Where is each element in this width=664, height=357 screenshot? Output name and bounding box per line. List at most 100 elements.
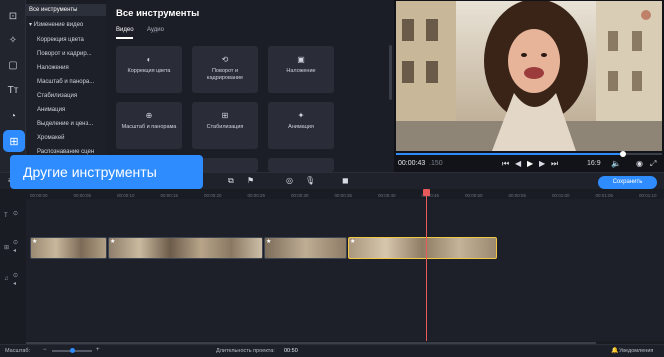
ruler-tick-label: 00:00:00: [30, 193, 48, 198]
more-tools-icon[interactable]: ⊞: [3, 130, 25, 152]
notifications-link[interactable]: Уведомления: [619, 348, 653, 354]
clip-star-icon: ★: [110, 239, 116, 245]
category-item[interactable]: Наложения: [26, 62, 106, 74]
tab-audio[interactable]: Аудио: [147, 27, 164, 33]
save-button[interactable]: Сохранить: [598, 176, 657, 189]
seek-progress: [396, 153, 625, 155]
category-label: Масштаб и панора...: [37, 79, 95, 85]
current-time-ms: .150: [429, 160, 443, 167]
tool-label: Анимация: [288, 124, 314, 130]
ruler-tick-label: 00:00:40: [378, 193, 396, 198]
prev-frame-icon[interactable]: ◀: [515, 159, 521, 168]
filters-icon[interactable]: ▢: [4, 56, 22, 74]
aspect-select[interactable]: 16:9: [587, 160, 601, 167]
category-item[interactable]: Выделение и ценз...: [26, 118, 106, 130]
category-label: Поворот и кадрир...: [37, 51, 92, 57]
record-icon[interactable]: ◼: [342, 176, 349, 185]
track-lock-icon[interactable]: ⊙: [13, 210, 18, 217]
video-clip[interactable]: [264, 237, 347, 259]
video-clip[interactable]: [30, 237, 107, 259]
track-mute-icon[interactable]: ◂: [13, 280, 16, 287]
tool-card[interactable]: [268, 158, 334, 172]
zoom-in-icon[interactable]: +: [96, 347, 100, 353]
video-preview: [396, 1, 662, 151]
playhead-handle[interactable]: [423, 189, 430, 196]
overlay-icon: ▣: [297, 55, 305, 64]
tool-card-overlay[interactable]: ▣ Наложение: [268, 46, 334, 93]
snapshot-icon[interactable]: ◉: [636, 159, 643, 168]
volume-icon[interactable]: 🔈: [611, 159, 621, 168]
category-label: Стабилизация: [37, 93, 78, 99]
tool-label: Стабилизация: [206, 124, 244, 130]
tab-video[interactable]: Видео: [116, 27, 134, 33]
tool-card-color[interactable]: ◐ Коррекция цвета: [116, 46, 182, 93]
category-item[interactable]: Коррекция цвета: [26, 34, 106, 46]
stabilize-icon: ⊞: [221, 111, 229, 120]
clip-star-icon: ★: [32, 239, 38, 245]
ruler-tick-label: 00:00:50: [465, 193, 483, 198]
category-label: Коррекция цвета: [37, 37, 84, 43]
tool-card-animation[interactable]: ✦ Анимация: [268, 102, 334, 149]
category-label: Анимация: [37, 107, 66, 113]
microphone-icon[interactable]: 🎙: [305, 176, 315, 185]
animation-icon: ✦: [297, 111, 305, 120]
category-item[interactable]: Анимация: [26, 104, 106, 116]
panel-scrollbar[interactable]: [389, 45, 392, 100]
seek-handle[interactable]: [620, 151, 626, 157]
zoom-out-icon[interactable]: −: [43, 347, 47, 353]
text-track-icon: T: [4, 213, 8, 219]
import-icon[interactable]: ⊡: [4, 7, 22, 25]
tool-card-stabilize[interactable]: ⊞ Стабилизация: [192, 102, 258, 149]
video-clip[interactable]: [108, 237, 263, 259]
color-icon: ◐: [146, 55, 152, 64]
player-controls: 00:00:43 .150 ⏮ ◀ ▶ ▶ ⏭ 16:9 🔈 ◉ ⤢: [394, 151, 664, 172]
tools-panel: Все инструменты Видео Аудио ◐ Коррекция ц…: [106, 0, 394, 172]
tool-label: Коррекция цвета: [127, 68, 171, 74]
fullscreen-icon[interactable]: ⤢: [650, 159, 656, 169]
ruler-tick-label: 00:00:15: [160, 193, 179, 198]
timeline-ruler[interactable]: 00:00:00 00:00:05 00:00:10 00:00:15 00:00:20…: [26, 189, 664, 199]
timeline-tracks: [26, 199, 664, 341]
transitions-icon[interactable]: ◔: [4, 107, 22, 125]
track-visibility-icon[interactable]: ⊙: [13, 272, 18, 279]
play-icon[interactable]: ▶: [527, 159, 533, 168]
skip-back-icon[interactable]: ⏮: [502, 159, 509, 169]
category-group[interactable]: ▾ Изменение видео: [26, 19, 106, 31]
category-item[interactable]: Все инструменты: [26, 4, 106, 16]
magic-wand-icon[interactable]: ✧: [4, 31, 22, 49]
next-frame-icon[interactable]: ▶: [539, 159, 545, 168]
current-time: 00:00:43: [398, 160, 426, 167]
ruler-tick-label: 00:00:05: [73, 193, 92, 198]
category-item[interactable]: Стабилизация: [26, 90, 106, 102]
rotate-icon: ⟲: [221, 55, 229, 64]
track-mute-icon[interactable]: ◂: [13, 247, 16, 254]
category-label: Изменение видео: [33, 22, 84, 28]
category-item[interactable]: Поворот и кадрир...: [26, 48, 106, 60]
category-label: Хромакей: [37, 135, 65, 141]
ruler-tick-label: 00:00:55: [508, 193, 527, 198]
category-item[interactable]: Хромакей: [26, 132, 106, 144]
tool-card-rotate[interactable]: ⟲ Поворот и кадрирование: [192, 46, 258, 93]
category-list: Все инструменты ▾ Изменение видео Коррек…: [26, 4, 106, 174]
tab-underline: [116, 37, 133, 39]
bell-icon[interactable]: 🔔: [611, 347, 618, 354]
playhead[interactable]: [426, 191, 427, 341]
tool-label: Масштаб и панорама: [121, 124, 177, 130]
zoom-label: Масштаб:: [5, 348, 31, 354]
ruler-tick-label: 00:01:10: [639, 193, 657, 198]
track-visibility-icon[interactable]: ⊙: [13, 239, 18, 246]
location-icon[interactable]: ◎: [286, 176, 293, 185]
duration-value: 00:50: [284, 348, 298, 354]
marker-icon[interactable]: ⚑: [247, 176, 254, 185]
zoom-slider-handle[interactable]: [70, 348, 75, 353]
split-icon[interactable]: ⧉: [228, 176, 234, 186]
tool-label: Поворот и кадрирование: [206, 68, 244, 81]
titles-icon[interactable]: Tт: [4, 81, 22, 99]
tool-label: Наложение: [286, 68, 316, 74]
category-item[interactable]: Масштаб и панора...: [26, 76, 106, 88]
video-track-icon: ⊞: [4, 245, 10, 251]
ruler-tick-label: 00:00:20: [204, 193, 222, 198]
skip-forward-icon[interactable]: ⏭: [551, 159, 558, 169]
selected-video-clip[interactable]: [348, 237, 497, 259]
tool-card-zoom[interactable]: ⊕ Масштаб и панорама: [116, 102, 182, 149]
